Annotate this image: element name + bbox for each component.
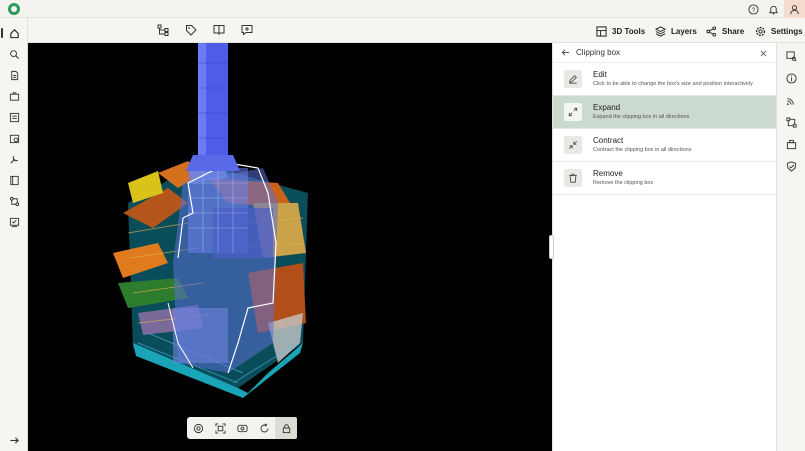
close-icon[interactable] [758,48,768,58]
expand-desc: Expand the clipping box in all direction… [593,114,690,120]
edit-option[interactable]: Edit Click to be able to change the box'… [553,63,776,96]
edit-desc: Click to be able to change the box's siz… [593,81,753,87]
fit-icon[interactable] [209,417,231,439]
3d-viewport[interactable] [28,43,552,451]
calendar-check-icon[interactable] [7,131,21,145]
contract-desc: Contract the clipping box in all directi… [593,147,692,153]
panel-title: Clipping box [576,48,621,57]
orbit-icon[interactable] [187,417,209,439]
3d-tools-label: 3D Tools [612,26,646,36]
remove-option[interactable]: Remove Remove the clipping box [553,162,776,195]
gear-icon [755,26,766,36]
reset-icon[interactable] [253,417,275,439]
hierarchy-icon[interactable] [156,23,170,37]
panel-header: Clipping box [553,43,776,63]
window-search-icon[interactable] [785,50,798,63]
expand-option[interactable]: Expand Expand the clipping box in all di… [553,96,776,129]
pencil-icon [564,70,582,88]
contract-title: Contract [593,136,624,145]
briefcase-icon[interactable] [7,89,21,103]
expand-title: Expand [593,103,621,112]
main-toolbar: 3D Tools Layers Share Settings [28,18,805,43]
right-sidebar [776,43,805,451]
remove-desc: Remove the clipping box [593,180,654,186]
plant-model-render[interactable] [28,43,552,451]
top-bar: ? [0,0,805,18]
expand-icon [564,103,582,121]
list-icon[interactable] [7,110,21,124]
user-icon[interactable] [784,0,805,18]
viewer-toolbar [187,417,297,439]
back-arrow-icon[interactable] [561,48,570,57]
badge-check-icon[interactable] [785,160,798,173]
checklist-icon[interactable] [7,215,21,229]
home-icon[interactable] [7,26,21,40]
3d-tools-button[interactable]: 3D Tools [596,24,645,38]
panel-resize-handle[interactable] [549,235,554,259]
settings-label: Settings [771,26,803,36]
logo-icon[interactable] [8,3,20,15]
left-sidebar [0,18,28,451]
edit-title: Edit [593,70,607,79]
info-icon[interactable] [785,72,798,85]
view-icon[interactable] [231,417,253,439]
settings-button[interactable]: Settings [755,24,803,38]
layers-label: Layers [671,26,697,36]
trash-icon [564,169,582,187]
signal-icon[interactable] [785,94,798,107]
contract-icon [564,136,582,154]
lock-icon[interactable] [275,417,297,439]
svg-text:?: ? [751,6,755,13]
transform-icon[interactable] [785,116,798,129]
cube-grid-icon [596,25,607,37]
search-icon[interactable] [7,47,21,61]
tag-icon[interactable] [184,23,198,37]
layers-button[interactable]: Layers [655,24,697,38]
active-indicator [1,28,3,38]
tools-icon[interactable] [7,152,21,166]
layers-box-icon[interactable] [785,138,798,151]
share-icon [706,25,717,37]
share-label: Share [722,26,745,36]
workflow-icon[interactable] [7,194,21,208]
share-button[interactable]: Share [706,24,744,38]
document-icon[interactable] [7,68,21,82]
compare-icon[interactable] [212,23,226,37]
bell-icon[interactable] [766,2,780,16]
layers-icon [655,25,666,37]
help-icon[interactable]: ? [746,2,760,16]
clipping-box-panel: Clipping box Edit Click to be able to ch… [549,43,776,451]
book-icon[interactable] [7,173,21,187]
comment-icon[interactable] [240,23,254,37]
arrow-right-icon[interactable] [7,433,21,447]
remove-title: Remove [593,169,623,178]
contract-option[interactable]: Contract Contract the clipping box in al… [553,129,776,162]
